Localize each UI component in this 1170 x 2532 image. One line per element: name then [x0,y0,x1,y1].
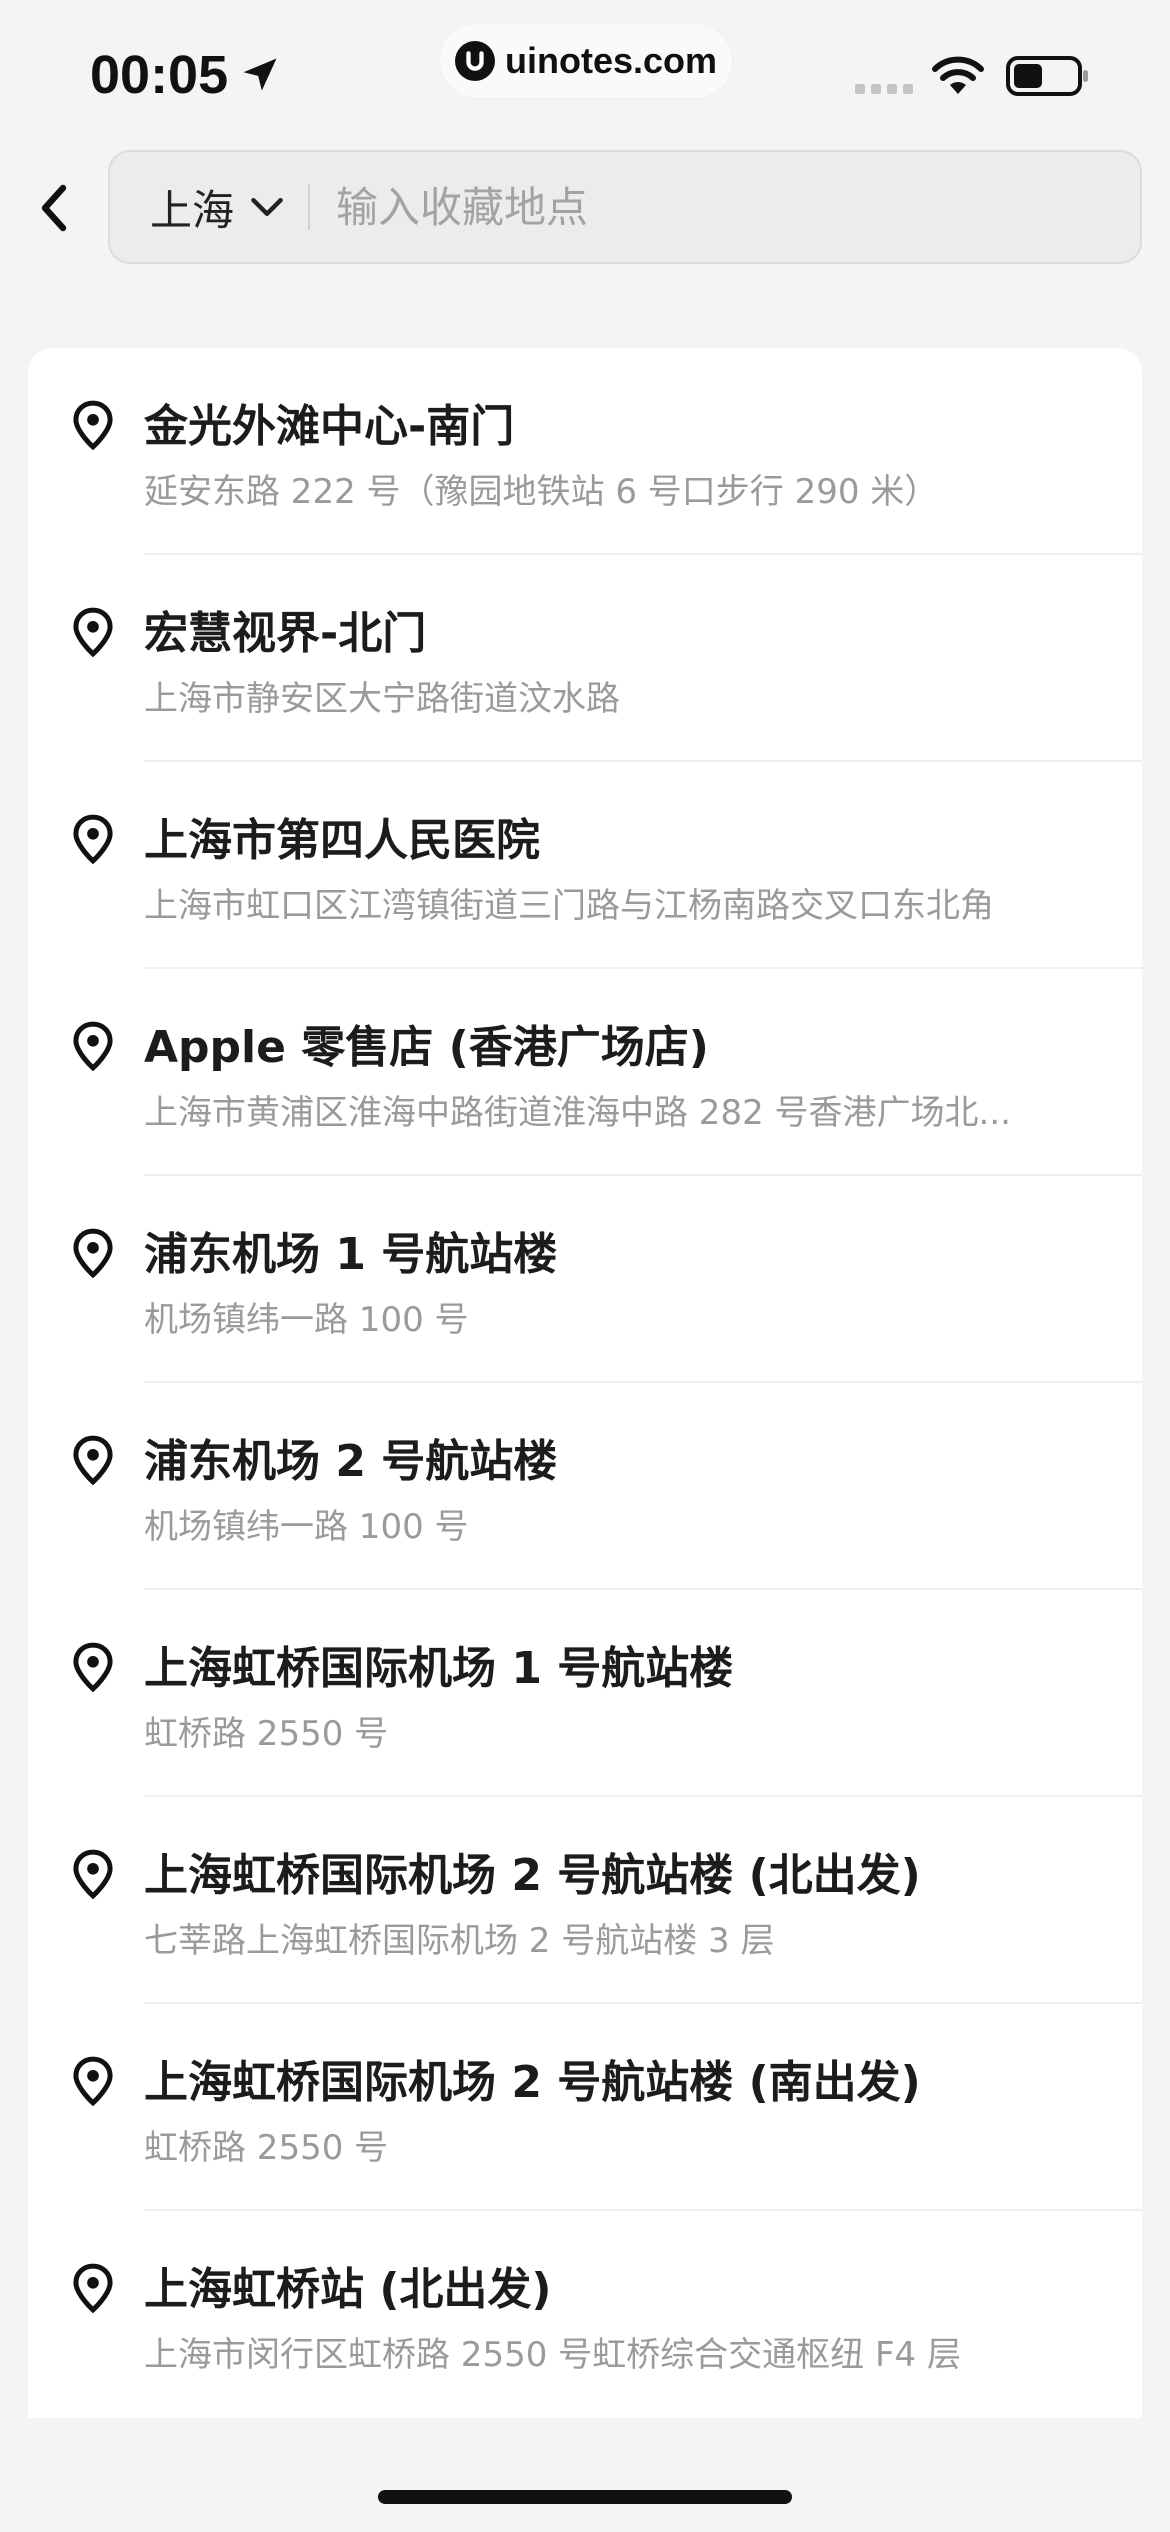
location-pin-icon [73,2056,113,2106]
location-pin-icon [73,400,113,450]
status-bar: 00:05 uinotes.com [0,0,1170,140]
location-pin-icon [73,814,113,864]
chevron-down-icon [251,197,283,217]
item-address: 延安东路 222 号（豫园地铁站 6 号口步行 290 米） [144,472,939,512]
item-name: 上海虹桥站 (北出发) [144,2264,552,2315]
item-name: 浦东机场 1 号航站楼 [144,1229,558,1280]
battery-icon [1006,56,1088,96]
item-address: 七莘路上海虹桥国际机场 2 号航站楼 3 层 [144,1921,775,1961]
list-item[interactable]: 上海虹桥国际机场 1 号航站楼 虹桥路 2550 号 [28,1590,1142,1797]
chevron-left-icon [41,184,67,232]
item-name: Apple 零售店 (香港广场店) [144,1022,709,1073]
item-address: 上海市闵行区虹桥路 2550 号虹桥综合交通枢纽 F4 层 [144,2335,961,2375]
search-divider [308,184,311,230]
item-name: 浦东机场 2 号航站楼 [144,1436,558,1487]
item-name: 上海市第四人民医院 [144,815,540,866]
location-pin-icon [73,2263,113,2313]
list-item[interactable]: 金光外滩中心-南门 延安东路 222 号（豫园地铁站 6 号口步行 290 米） [28,348,1142,555]
item-address: 上海市虹口区江湾镇街道三门路与江杨南路交叉口东北角 [144,886,994,926]
item-name: 上海虹桥国际机场 1 号航站楼 [144,1643,734,1694]
location-pin-icon [73,1849,113,1899]
list-item[interactable]: 浦东机场 1 号航站楼 机场镇纬一路 100 号 [28,1176,1142,1383]
list-item[interactable]: 上海市第四人民医院 上海市虹口区江湾镇街道三门路与江杨南路交叉口东北角 [28,762,1142,969]
location-pin-icon [73,1642,113,1692]
search-input[interactable] [334,166,1039,248]
item-address: 机场镇纬一路 100 号 [144,1300,469,1340]
item-address: 上海市静安区大宁路街道汶水路 [144,679,620,719]
cellular-signal-icon [855,84,913,94]
list-item[interactable]: Apple 零售店 (香港广场店) 上海市黄浦区淮海中路街道淮海中路 282 号… [28,969,1142,1176]
list-item[interactable]: 浦东机场 2 号航站楼 机场镇纬一路 100 号 [28,1383,1142,1590]
item-name: 上海虹桥国际机场 2 号航站楼 (南出发) [144,2057,921,2108]
search-bar: 上海 [108,150,1142,264]
item-name: 上海虹桥国际机场 2 号航站楼 (北出发) [144,1850,921,1901]
status-time: 00:05 [90,44,282,106]
item-address: 上海市黄浦区淮海中路街道淮海中路 282 号香港广场北... [144,1093,1011,1133]
watermark-logo-icon [454,41,495,81]
item-address: 虹桥路 2550 号 [144,1714,389,1754]
location-pin-icon [73,1021,113,1071]
location-pin-icon [73,607,113,657]
location-pin-icon [73,1435,113,1485]
item-name: 金光外滩中心-南门 [144,401,515,452]
status-time-text: 00:05 [90,45,229,105]
location-arrow-icon [243,58,277,91]
results-list: 金光外滩中心-南门 延安东路 222 号（豫园地铁站 6 号口步行 290 米）… [28,348,1142,2418]
list-item[interactable]: 上海虹桥国际机场 2 号航站楼 (南出发) 虹桥路 2550 号 [28,2004,1142,2211]
city-selector[interactable]: 上海 [110,152,284,262]
list-item[interactable]: 上海虹桥国际机场 2 号航站楼 (北出发) 七莘路上海虹桥国际机场 2 号航站楼… [28,1797,1142,2004]
city-label: 上海 [150,185,235,235]
list-item[interactable]: 上海虹桥站 (北出发) 上海市闵行区虹桥路 2550 号虹桥综合交通枢纽 F4 … [28,2211,1142,2418]
location-pin-icon [73,1228,113,1278]
wifi-icon [932,56,984,94]
home-indicator[interactable] [378,2490,792,2504]
item-name: 宏慧视界-北门 [144,608,427,659]
item-address: 虹桥路 2550 号 [144,2128,389,2168]
item-address: 机场镇纬一路 100 号 [144,1507,469,1547]
watermark-text: uinotes.com [504,40,718,81]
list-item[interactable]: 宏慧视界-北门 上海市静安区大宁路街道汶水路 [28,555,1142,762]
back-button[interactable] [28,178,80,238]
watermark-badge: uinotes.com [440,24,732,98]
